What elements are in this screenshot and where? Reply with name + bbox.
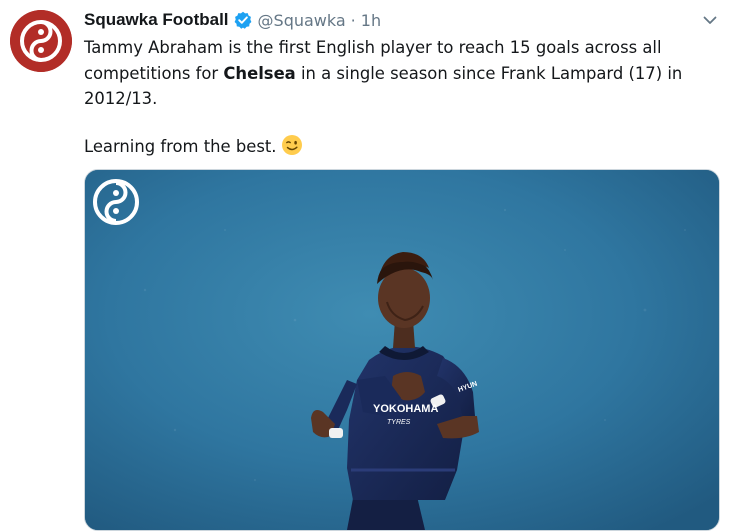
tweet-text-segment: Learning from the best. <box>84 136 277 156</box>
squawka-logo-icon <box>10 10 72 72</box>
display-name[interactable]: Squawka Football <box>84 10 229 30</box>
tweet-paragraph-1: Tammy Abraham is the first English playe… <box>84 35 724 112</box>
squawka-watermark-icon <box>92 178 140 226</box>
kit-sponsor: YOKOHAMA <box>373 403 438 415</box>
tweet-media-photo[interactable]: YOKOHAMA TYRES HYUN <box>84 169 720 531</box>
verified-badge-icon <box>234 11 252 29</box>
tweet-text: Tammy Abraham is the first English playe… <box>84 35 724 159</box>
tweet-text-bold: Chelsea <box>223 63 296 83</box>
player-photo: YOKOHAMA TYRES HYUN <box>85 170 719 530</box>
kit-sponsor-line2: TYRES <box>387 419 411 426</box>
tweet-paragraph-2: Learning from the best. <box>84 134 724 160</box>
avatar[interactable] <box>10 10 72 72</box>
winking-face-emoji-icon <box>281 134 303 156</box>
user-handle[interactable]: @Squawka <box>258 11 346 30</box>
tweet-header: Squawka Football @Squawka · 1h <box>84 8 381 32</box>
chevron-down-icon[interactable] <box>702 12 718 28</box>
tweet: Squawka Football @Squawka · 1h Tammy Abr… <box>0 0 735 532</box>
timestamp[interactable]: 1h <box>361 11 381 30</box>
separator-dot: · <box>350 10 356 30</box>
